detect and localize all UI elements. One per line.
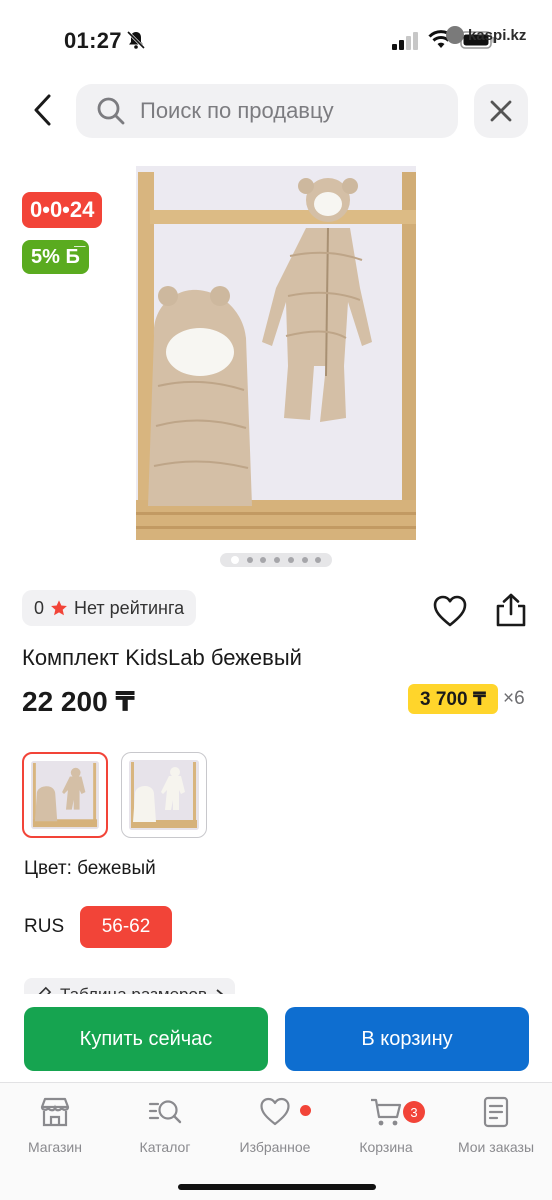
- tab-cart[interactable]: 3 Корзина: [331, 1095, 441, 1155]
- share-icon: [496, 593, 526, 627]
- seller-search-box[interactable]: [76, 84, 458, 138]
- tab-store-label: Магазин: [27, 1139, 82, 1155]
- star-icon: [51, 600, 67, 616]
- heart-icon: [433, 595, 467, 627]
- product-photo-image: [136, 166, 416, 540]
- gallery-pager[interactable]: [220, 553, 332, 567]
- close-icon: [490, 100, 512, 122]
- kaspi-logo-icon: [446, 26, 464, 44]
- pager-dot[interactable]: [301, 557, 308, 563]
- installment-timer-badge: 0•0•24: [22, 192, 103, 228]
- tab-store[interactable]: Магазин: [0, 1095, 110, 1155]
- color-variant-beige[interactable]: [22, 752, 108, 838]
- installment-price-badge[interactable]: 3 700 ₸: [408, 684, 499, 714]
- tab-catalog-label: Каталог: [139, 1139, 191, 1155]
- pager-dot[interactable]: [260, 557, 267, 563]
- cellular-signal-icon: [392, 32, 418, 50]
- seller-search-input[interactable]: [140, 98, 430, 124]
- size-system-label: RUS: [24, 916, 65, 937]
- tab-orders[interactable]: Мои заказы: [441, 1095, 551, 1155]
- product-price: 22 200 ₸: [22, 686, 135, 717]
- share-button[interactable]: [494, 592, 528, 628]
- rating-chip[interactable]: 0 Нет рейтинга: [22, 590, 197, 626]
- store-icon: [40, 1097, 70, 1127]
- chevron-left-icon: [34, 94, 51, 126]
- tab-orders-label: Мои заказы: [457, 1139, 535, 1155]
- pager-dot[interactable]: [315, 557, 322, 563]
- product-title: Комплект KidsLab бежевый: [22, 645, 302, 670]
- variant-white-image: [129, 760, 199, 830]
- add-to-cart-button[interactable]: В корзину: [285, 1007, 529, 1071]
- cart-count-badge: 3: [403, 1101, 425, 1123]
- tab-bar: Магазин Каталог Избранное 3 Корзина Мои …: [0, 1082, 552, 1200]
- favorites-notification-dot: [300, 1105, 311, 1116]
- pager-dot[interactable]: [274, 557, 280, 563]
- color-label: Цвет: бежевый: [24, 858, 156, 879]
- color-variant-white[interactable]: [121, 752, 207, 838]
- size-option-selected[interactable]: 56-62: [80, 906, 172, 948]
- pager-dot[interactable]: [246, 557, 253, 563]
- pager-dot[interactable]: [287, 557, 294, 563]
- status-bar: 01:27 kaspi.kz: [0, 0, 552, 80]
- catalog-search-icon: [148, 1100, 182, 1124]
- variant-beige-image: [31, 761, 99, 829]
- rating-score: 0: [34, 597, 45, 618]
- installment-months: ×6: [503, 688, 525, 709]
- cart-icon: [371, 1098, 402, 1126]
- tab-cart-label: Корзина: [359, 1139, 413, 1155]
- watermark-text: kaspi.kz: [468, 26, 527, 44]
- add-to-favorites-button[interactable]: [432, 594, 468, 628]
- product-photo[interactable]: [136, 166, 416, 540]
- status-time: 01:27: [64, 28, 122, 53]
- tab-favorites[interactable]: Избранное: [220, 1095, 330, 1155]
- orders-icon: [483, 1096, 509, 1128]
- tab-favorites-label: Избранное: [239, 1139, 311, 1155]
- tab-catalog[interactable]: Каталог: [110, 1095, 220, 1155]
- rating-text: Нет рейтинга: [74, 597, 185, 618]
- buy-now-button[interactable]: Купить сейчас: [24, 1007, 268, 1071]
- watermark: kaspi.kz: [446, 26, 526, 44]
- search-icon: [97, 97, 125, 125]
- home-indicator: [178, 1184, 376, 1190]
- close-button[interactable]: [474, 84, 528, 138]
- pager-dot[interactable]: [230, 556, 239, 564]
- heart-icon: [260, 1097, 290, 1126]
- back-button[interactable]: [22, 86, 62, 134]
- cashback-badge: 5% Б̅: [22, 240, 89, 274]
- bell-muted-icon: [126, 30, 146, 50]
